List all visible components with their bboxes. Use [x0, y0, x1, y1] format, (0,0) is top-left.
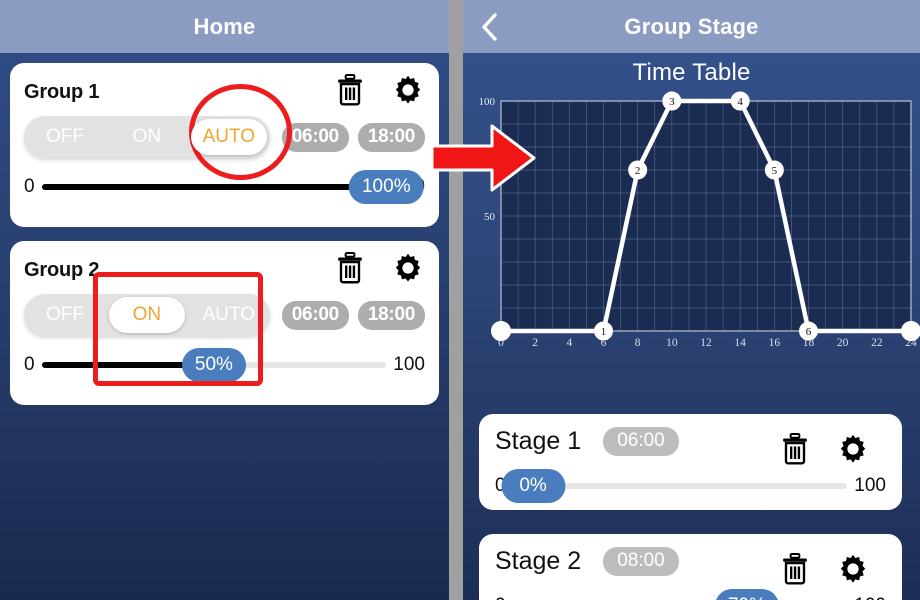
stage-2-slider-thumb[interactable]: 70%	[714, 589, 779, 600]
group-2-mode-off[interactable]: OFF	[24, 294, 106, 336]
svg-text:3: 3	[669, 96, 675, 108]
stage-1-slider-thumb[interactable]: 0%	[501, 469, 566, 503]
stage-1-actions	[780, 432, 870, 466]
svg-text:2: 2	[532, 337, 538, 347]
trash-icon[interactable]	[335, 251, 365, 285]
group-1-mode-selector[interactable]: OFF ON AUTO	[24, 116, 270, 158]
svg-text:2: 2	[635, 165, 641, 177]
group-2-title: Group 2	[24, 258, 100, 281]
gear-icon[interactable]	[836, 552, 870, 586]
stage-2-actions	[780, 552, 870, 586]
svg-text:4: 4	[737, 96, 743, 108]
stage-1-slider-max: 100	[854, 475, 886, 496]
svg-text:5: 5	[772, 165, 778, 177]
right-content: Time Table 50 100 0 2 4 6 8 10 12 14 16 18 20 22 24 1 2 3…	[463, 53, 920, 600]
svg-text:16: 16	[769, 337, 781, 347]
stage-card-2[interactable]: Stage 2 08:00 0 70% 100	[479, 534, 902, 600]
group-1-mode-row: OFF ON AUTO 06:00 18:00	[24, 115, 425, 159]
group-2-slider[interactable]: 50%	[41, 348, 387, 382]
group-1-mode-on[interactable]: ON	[106, 116, 188, 158]
stage-1-time[interactable]: 06:00	[603, 426, 679, 456]
trash-icon[interactable]	[780, 432, 810, 466]
group-1-title: Group 1	[24, 80, 100, 103]
group-2-slider-min: 0	[24, 354, 35, 375]
stage-2-title: Stage 2	[495, 546, 582, 575]
chart-svg[interactable]: 501000 2 4 6 8 10 12 14 16 18 20 22 24123 456	[463, 87, 920, 347]
stage-2-slider[interactable]: 70%	[513, 589, 848, 600]
svg-text:50: 50	[484, 211, 496, 223]
svg-text:10: 10	[666, 337, 678, 347]
stage-2-slider-row: 0 70% 100	[495, 586, 886, 600]
stage-card-1[interactable]: Stage 1 06:00 0 0% 100	[479, 414, 902, 510]
gear-icon[interactable]	[391, 251, 425, 285]
time-table-chart: Time Table 50 100 0 2 4 6 8 10 12 14 16 18 20 22 24 1 2 3…	[463, 53, 920, 353]
chart-title: Time Table	[632, 59, 751, 86]
stage-2-time[interactable]: 08:00	[603, 546, 679, 576]
svg-text:100: 100	[479, 96, 496, 108]
group-2-end-time[interactable]: 18:00	[357, 300, 425, 330]
gear-icon[interactable]	[391, 73, 425, 107]
group-1-header-row: Group 1	[24, 73, 425, 109]
svg-text:1: 1	[601, 326, 607, 338]
right-phone-screen: Group Stage Time Table 50 100 0 2 4 6 8 10 12 14 1…	[463, 0, 920, 600]
page-title: Home	[193, 13, 256, 39]
page-title: Group Stage	[624, 13, 759, 39]
group-1-slider-min: 0	[24, 176, 35, 197]
svg-text:12: 12	[700, 337, 712, 347]
svg-text:6: 6	[806, 326, 812, 338]
group-1-mode-auto[interactable]: AUTO	[188, 116, 270, 158]
group-1-end-time[interactable]: 18:00	[357, 122, 425, 152]
group-2-slider-row: 0 50% 100	[24, 345, 425, 385]
group-2-mode-auto[interactable]: AUTO	[188, 294, 270, 336]
group-card-2[interactable]: Group 2 OFF ON AUTO 06:00 18:00 0 50% 10…	[10, 241, 439, 405]
group-1-actions	[335, 73, 425, 107]
left-phone-screen: Home Group 1 OFF ON AUTO 06:00 18:00 0 1…	[0, 0, 449, 600]
stage-2-slider-max: 100	[854, 595, 886, 600]
svg-text:22: 22	[871, 337, 883, 347]
group-1-slider-row: 0 100% 100	[24, 167, 425, 207]
svg-text:4: 4	[566, 337, 572, 347]
group-2-actions	[335, 251, 425, 285]
stage-1-slider[interactable]: 0%	[501, 469, 848, 503]
back-chevron-icon[interactable]	[481, 12, 499, 42]
group-1-time-badges: 06:00 18:00	[281, 122, 425, 152]
stage-2-slider-min: 0	[495, 595, 506, 600]
group-1-slider[interactable]: 100%	[41, 170, 424, 204]
group-2-slider-thumb[interactable]: 50%	[181, 348, 246, 382]
stage-1-title: Stage 1	[495, 426, 582, 455]
group-1-slider-fill	[41, 184, 387, 190]
left-header: Home	[0, 0, 449, 53]
trash-icon[interactable]	[780, 552, 810, 586]
group-2-slider-max: 100	[393, 354, 425, 375]
group-1-start-time[interactable]: 06:00	[281, 122, 349, 152]
svg-text:8: 8	[635, 337, 641, 347]
group-2-mode-on[interactable]: ON	[106, 294, 188, 336]
left-content: Group 1 OFF ON AUTO 06:00 18:00 0 100% G…	[0, 53, 449, 600]
svg-text:20: 20	[837, 337, 849, 347]
group-card-1[interactable]: Group 1 OFF ON AUTO 06:00 18:00 0 100%	[10, 63, 439, 227]
gear-icon[interactable]	[836, 432, 870, 466]
group-2-mode-row: OFF ON AUTO 06:00 18:00	[24, 293, 425, 337]
stage-1-header-row: Stage 1 06:00	[495, 424, 886, 465]
right-header: Group Stage	[463, 0, 920, 53]
group-2-header-row: Group 2	[24, 251, 425, 287]
stage-2-header-row: Stage 2 08:00	[495, 544, 886, 585]
group-2-mode-selector[interactable]: OFF ON AUTO	[24, 294, 270, 336]
stage-1-slider-row: 0 0% 100	[495, 466, 886, 506]
group-1-mode-off[interactable]: OFF	[24, 116, 106, 158]
group-1-slider-thumb[interactable]: 100%	[348, 170, 424, 204]
group-2-time-badges: 06:00 18:00	[281, 300, 425, 330]
svg-text:14: 14	[734, 337, 746, 347]
group-2-start-time[interactable]: 06:00	[281, 300, 349, 330]
trash-icon[interactable]	[335, 73, 365, 107]
